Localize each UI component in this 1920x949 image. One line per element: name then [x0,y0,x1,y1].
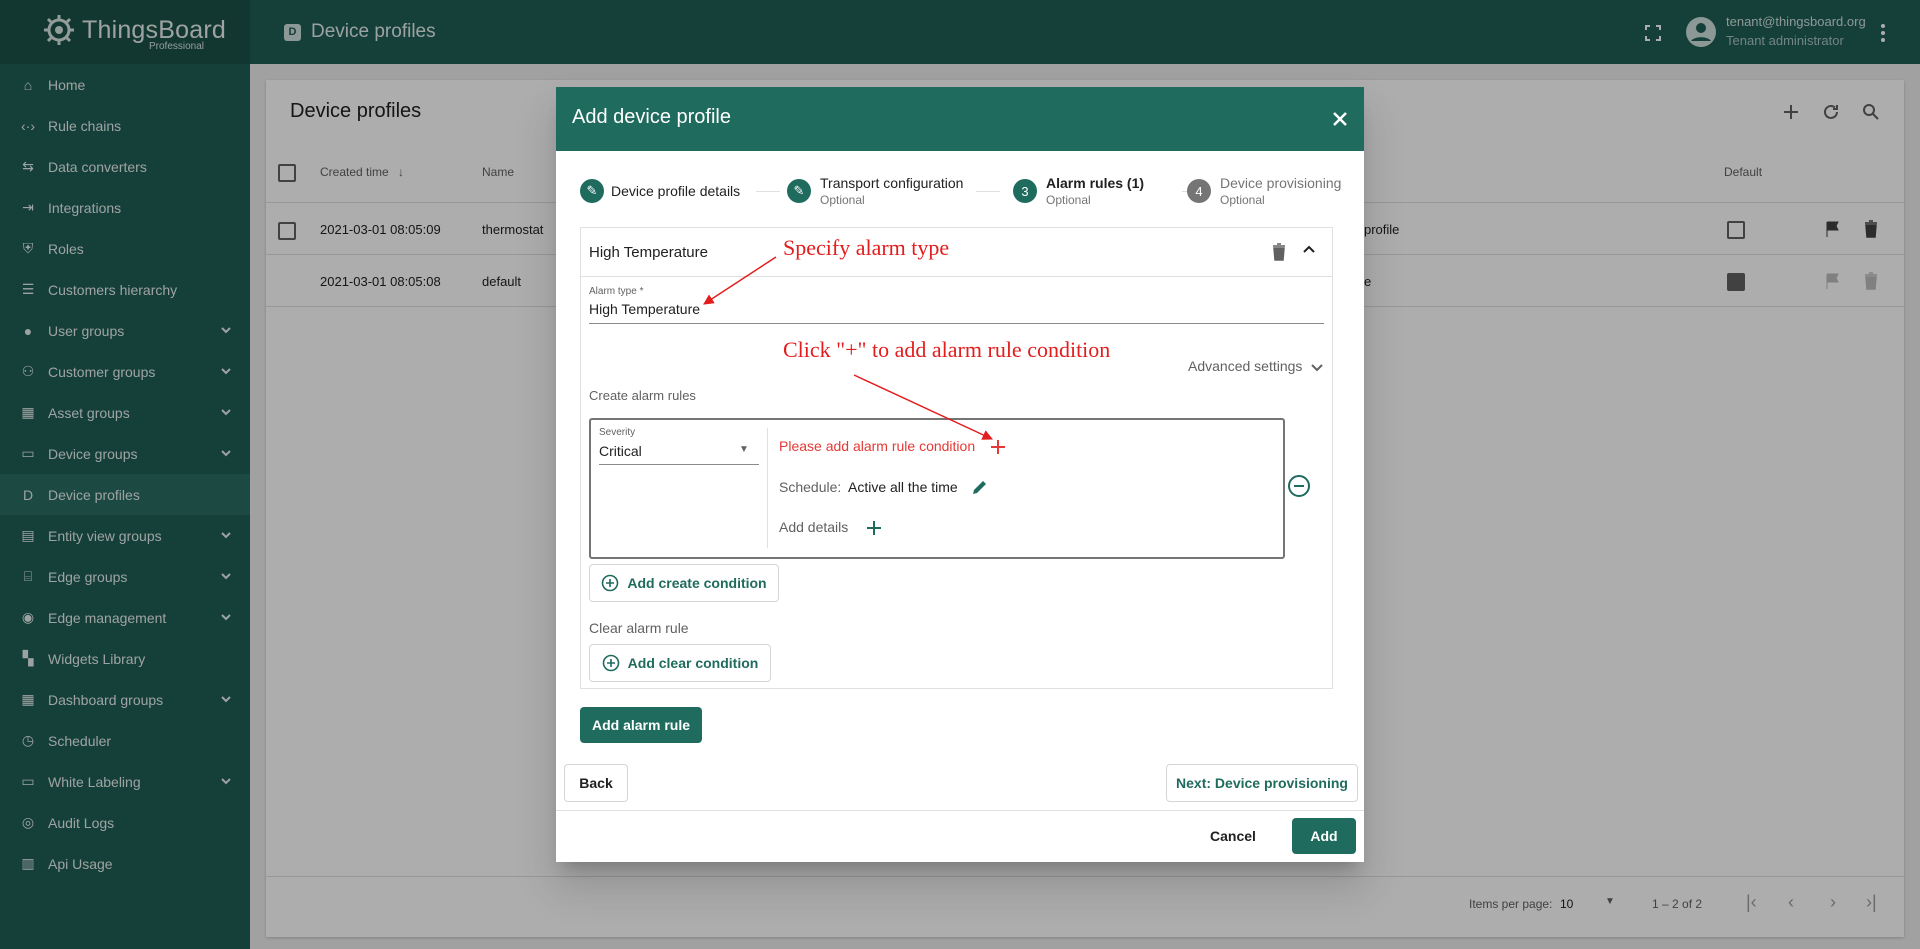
add-alarm-rule-button[interactable]: Add alarm rule [580,707,702,743]
add-clear-condition-label: Add clear condition [627,655,759,671]
add-details-icon[interactable] [866,520,882,536]
clear-alarm-rule-label: Clear alarm rule [589,620,689,636]
add-create-condition-label: Add create condition [627,575,767,591]
add-details-label[interactable]: Add details [779,519,848,535]
cancel-button[interactable]: Cancel [1196,818,1270,854]
next-button[interactable]: Next: Device provisioning [1166,764,1358,802]
divider [556,810,1364,811]
add-circle-icon [602,654,619,672]
add-circle-icon [602,574,619,592]
add-device-profile-dialog: Add device profile ✎ Device profile deta… [556,87,1364,862]
add-button[interactable]: Add [1292,818,1356,854]
add-clear-condition-button[interactable]: Add clear condition [589,644,771,682]
add-create-condition-button[interactable]: Add create condition [589,564,779,602]
back-button[interactable]: Back [564,764,628,802]
annotation-arrows [703,256,993,440]
